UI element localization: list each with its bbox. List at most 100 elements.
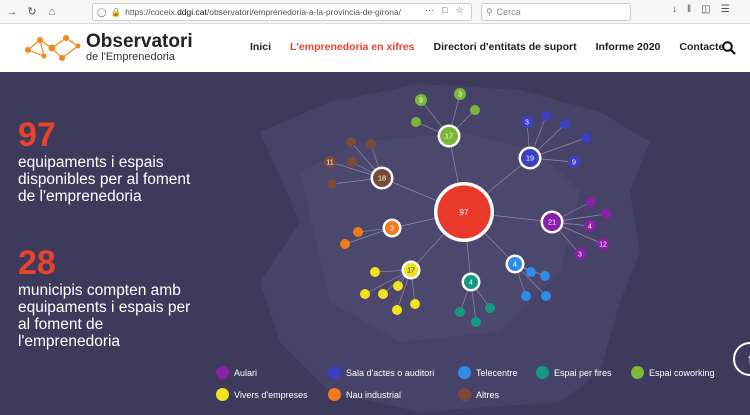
menu-item-emprenedoria-en-xifres[interactable]: L'emprenedoria en xifres: [290, 41, 414, 53]
legend-label: Nau industrial: [346, 389, 402, 400]
menu-item-informe-2020[interactable]: Informe 2020: [596, 41, 661, 53]
node-label: 3: [578, 251, 582, 258]
hub-label: 21: [548, 218, 556, 227]
hub-label: 4: [513, 261, 517, 268]
legend-label: Sala d'actes o auditori: [346, 367, 435, 378]
node-label: 12: [599, 241, 607, 248]
network-node: [360, 289, 370, 299]
network-node: [347, 157, 357, 167]
menu-item-directori[interactable]: Directori d'entitats de suport: [433, 41, 576, 53]
legend-item-altres[interactable]: Altres: [458, 388, 499, 401]
network-node: [540, 271, 550, 281]
main-menu: Inici L'emprenedoria en xifres Directori…: [250, 41, 743, 53]
network-node: [346, 137, 356, 147]
pocket-icon[interactable]: □: [442, 5, 447, 16]
hub-label: 3: [390, 225, 394, 232]
logo-network-icon[interactable]: [22, 30, 84, 64]
arrow-up-icon: ↑: [746, 350, 750, 368]
address-bar[interactable]: ◯ 🔒 https://coceix. ddgi.cat/observatori/…: [92, 3, 472, 21]
url-domain: ddgi.cat: [177, 7, 207, 17]
hub-label: 4: [469, 279, 473, 286]
site-header: Observatori de l'Emprenedoria Inici L'em…: [0, 24, 750, 72]
node-label: 3: [458, 91, 462, 98]
network-node: [366, 139, 376, 149]
stat-equipaments-number: 97: [18, 116, 56, 154]
legend-dot: [536, 366, 549, 379]
network-node: [581, 133, 591, 143]
legend-dot: [458, 366, 471, 379]
legend-item-telecentre[interactable]: Telecentre: [458, 366, 518, 379]
legend-dot: [631, 366, 644, 379]
legend-label: Espai coworking: [649, 367, 715, 378]
hub-label: 17: [407, 267, 415, 274]
legend-item-espai-fires[interactable]: Espai per fires: [536, 366, 612, 379]
hero-section: 9 3 11 3 9 4 12 3 17 18 19 21 3 17 4 4 97 97 equipaments…: [0, 72, 750, 415]
hub-label: 18: [378, 174, 386, 183]
network-node: [340, 239, 350, 249]
network-node: [526, 267, 536, 277]
bookmark-star-icon[interactable]: ☆: [455, 5, 463, 16]
network-node: [353, 227, 363, 237]
network-node: [485, 303, 495, 313]
search-icon: ⚲: [486, 6, 493, 17]
menu-item-contacte[interactable]: Contacte: [679, 41, 724, 53]
hub-label: 17: [445, 132, 453, 141]
stat-municipis-text: municipis compten amb equipaments i espa…: [18, 282, 191, 350]
network-node: [541, 291, 551, 301]
browser-search-input[interactable]: ⚲ Cerca: [481, 3, 631, 21]
node-label: 11: [326, 159, 333, 166]
legend-label: Telecentre: [476, 367, 518, 378]
legend-dot: [216, 366, 229, 379]
network-node: [455, 307, 465, 317]
reload-icon[interactable]: ↻: [24, 4, 40, 20]
legend-dot: [328, 388, 341, 401]
legend-item-aulari[interactable]: Aulari: [216, 366, 257, 379]
page-actions-menu[interactable]: ···: [425, 5, 434, 16]
stat-equipaments-text: equipaments i espais disponibles per al …: [18, 154, 191, 205]
legend-label: Vivers d'empreses: [234, 389, 308, 400]
shield-icon: ◯: [97, 6, 107, 17]
library-icon[interactable]: ‖: [687, 4, 691, 15]
url-prefix: https://coceix.: [125, 7, 178, 17]
network-node: [392, 305, 402, 315]
logo-text[interactable]: Observatori de l'Emprenedoria: [86, 32, 193, 63]
center-label: 97: [460, 208, 469, 217]
network-node: [327, 179, 337, 189]
site-search-icon[interactable]: [722, 41, 736, 55]
node-label: 3: [525, 119, 529, 126]
legend-dot: [216, 388, 229, 401]
legend-item-coworking[interactable]: Espai coworking: [631, 366, 715, 379]
download-icon[interactable]: ↓: [672, 4, 677, 15]
legend-label: Espai per fires: [554, 367, 612, 378]
legend-item-nau-industrial[interactable]: Nau industrial: [328, 388, 401, 401]
network-node: [393, 281, 403, 291]
network-node: [541, 111, 551, 121]
legend-dot: [328, 366, 341, 379]
network-graph: 9 3 11 3 9 4 12 3 17 18 19 21 3 17 4 4 97: [324, 88, 611, 327]
network-node: [471, 317, 481, 327]
lock-icon: 🔒: [110, 6, 122, 17]
hub-label: 19: [526, 154, 534, 163]
network-node: [470, 105, 480, 115]
logo-title: Observatori: [86, 31, 193, 52]
home-icon[interactable]: ⌂: [44, 4, 60, 20]
sidebar-icon[interactable]: ◫: [701, 4, 710, 15]
legend-item-vivers[interactable]: Vivers d'empreses: [216, 388, 308, 401]
network-node: [378, 289, 388, 299]
legend-label: Aulari: [234, 367, 258, 378]
node-label: 4: [588, 223, 592, 230]
browser-toolbar: → ↻ ⌂ ◯ 🔒 https://coceix. ddgi.cat/observ…: [0, 0, 750, 24]
legend-label: Altres: [476, 389, 500, 400]
back-icon[interactable]: →: [4, 4, 20, 20]
legend-dot: [458, 388, 471, 401]
stat-municipis-number: 28: [18, 244, 56, 282]
network-node: [601, 209, 611, 219]
legend-item-sala-actes[interactable]: Sala d'actes o auditori: [328, 366, 434, 379]
logo-subtitle: de l'Emprenedoria: [86, 51, 175, 63]
network-node: [521, 291, 531, 301]
menu-item-inici[interactable]: Inici: [250, 41, 271, 53]
search-placeholder: Cerca: [496, 7, 521, 17]
menu-icon[interactable]: ☰: [721, 4, 730, 15]
url-path: /observatori/emprenedoria-a-la-provincia…: [206, 7, 402, 17]
node-label: 9: [572, 159, 576, 166]
